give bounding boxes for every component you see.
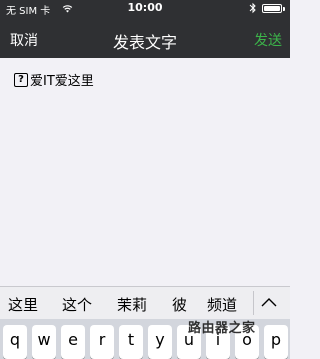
send-button[interactable]: 发送	[254, 30, 282, 50]
key[interactable]: t	[119, 325, 143, 359]
candidate-item[interactable]: 彼	[172, 294, 187, 315]
status-bar: 无 SIM 卡 10:00	[0, 0, 290, 18]
compose-area[interactable]: ? 爱IT爱这里	[0, 58, 290, 286]
battery-icon	[262, 4, 282, 13]
nav-bar: 取消 发表文字 发送	[0, 22, 290, 56]
candidate-item[interactable]: 频道	[207, 294, 237, 315]
key[interactable]: p	[264, 325, 288, 359]
header: 无 SIM 卡 10:00 取消 发表文字 发送	[0, 0, 290, 58]
compose-text-field[interactable]: ? 爱IT爱这里	[14, 70, 94, 89]
candidate-item[interactable]: 这个	[62, 294, 92, 315]
key[interactable]: i	[206, 325, 230, 359]
cancel-button[interactable]: 取消	[10, 30, 38, 50]
key[interactable]: o	[235, 325, 259, 359]
key[interactable]: u	[177, 325, 201, 359]
candidate-divider	[253, 291, 254, 315]
battery-nub	[283, 7, 285, 11]
candidate-item[interactable]: 茉莉	[117, 294, 147, 315]
key[interactable]: r	[90, 325, 114, 359]
keyboard: q w e r t y u i o p	[0, 319, 290, 359]
candidate-bar: 这里 这个 茉莉 彼 频道	[0, 286, 290, 319]
chevron-up-icon[interactable]	[260, 296, 278, 308]
key[interactable]: e	[61, 325, 85, 359]
key[interactable]: w	[32, 325, 56, 359]
unknown-char-icon: ?	[14, 72, 28, 87]
page-title: 发表文字	[112, 33, 177, 52]
status-time: 10:00	[127, 1, 163, 14]
bluetooth-icon	[249, 2, 256, 14]
compose-text: 爱IT爱这里	[30, 74, 94, 89]
candidate-item[interactable]: 这里	[8, 294, 38, 315]
key[interactable]: y	[148, 325, 172, 359]
key[interactable]: q	[3, 325, 27, 359]
